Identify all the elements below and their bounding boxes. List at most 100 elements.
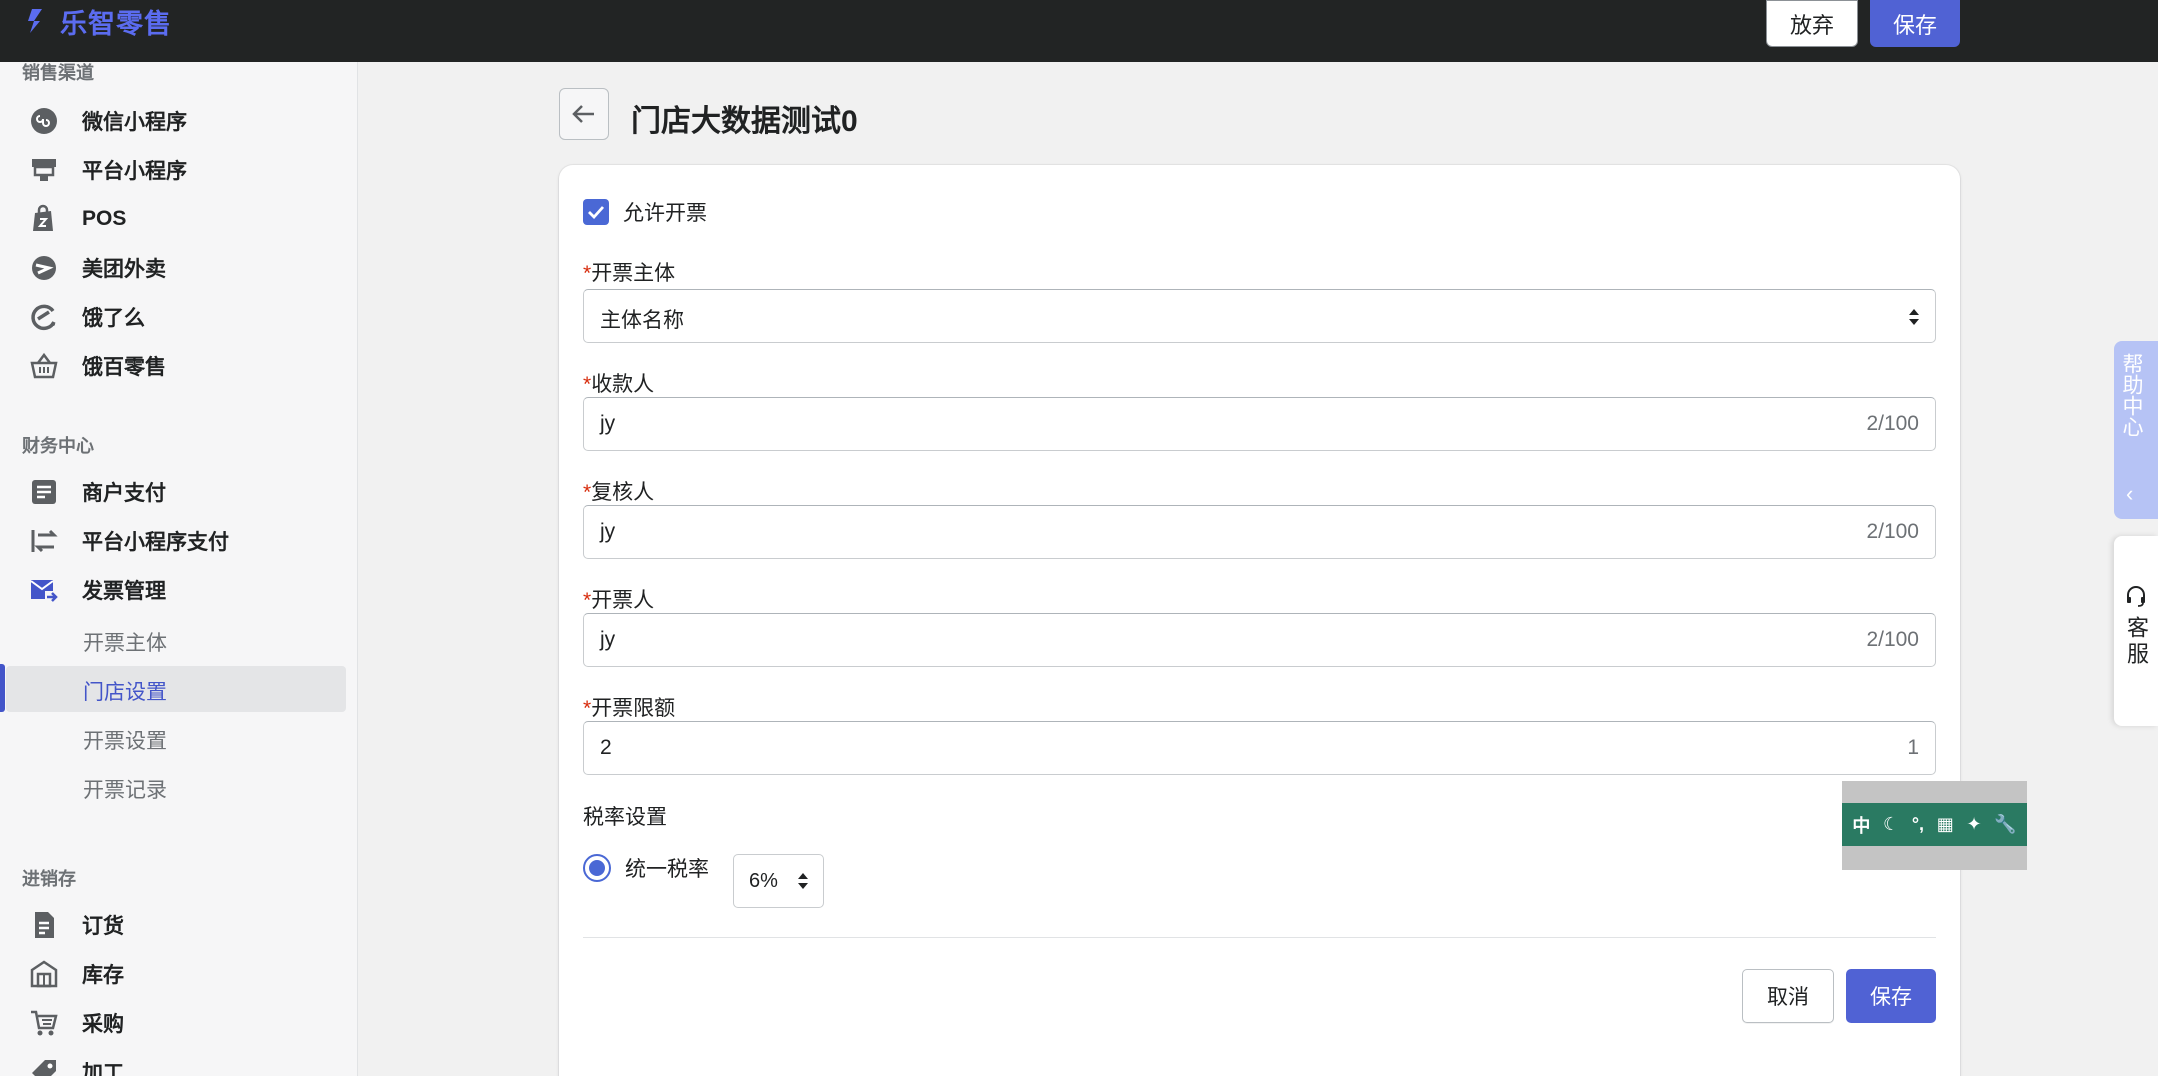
discard-button[interactable]: 放弃	[1766, 0, 1858, 47]
sidebar-item-stock[interactable]: 库存	[0, 951, 357, 997]
sidebar-subitem-label: 门店设置	[83, 681, 167, 704]
limit-char-count: 1	[1907, 736, 1919, 759]
eleme-icon	[28, 301, 60, 333]
section-title-finance: 财务中心	[22, 436, 94, 456]
reviewer-input-value: jy	[600, 520, 616, 543]
required-mark: *	[583, 262, 592, 285]
sidebar-item-eleme[interactable]: 饿了么	[0, 294, 357, 340]
save-button[interactable]: 保存	[1846, 969, 1936, 1023]
sidebar-subitem-label: 开票设置	[83, 730, 167, 753]
limit-input[interactable]: 2 1	[583, 721, 1936, 775]
sidebar-item-label: 订货	[82, 915, 124, 938]
top-bar: 乐智零售 放弃 保存	[0, 0, 2158, 62]
section-title-inventory: 进销存	[22, 869, 76, 889]
sidebar-subitem-label: 开票主体	[83, 632, 167, 655]
sidebar-item-wechat-mini[interactable]: 微信小程序	[0, 98, 357, 144]
tag-icon	[28, 1056, 60, 1076]
help-center-text: 帮助中心	[2120, 353, 2143, 437]
cursor-icon[interactable]: ✦	[1966, 814, 1981, 835]
meituan-icon	[28, 252, 60, 284]
cancel-button[interactable]: 取消	[1742, 969, 1834, 1023]
drawer-label-text: 开票人	[591, 589, 655, 612]
sidebar-subitem-invoice-subject[interactable]: 开票主体	[6, 617, 346, 663]
invoice-settings-card: 允许开票 *开票主体 主体名称 *收款人 jy 2/100 *复核人 jy 2/…	[559, 165, 1960, 1076]
sidebar-item-label: 饿了么	[82, 307, 145, 330]
sidebar-item-label: 美团外卖	[82, 258, 166, 281]
sidebar-item-pos[interactable]: POS	[0, 196, 357, 242]
reviewer-label: *复核人	[583, 476, 654, 506]
save-button-top[interactable]: 保存	[1870, 0, 1960, 47]
sidebar-item-label: 微信小程序	[82, 111, 187, 134]
allow-invoice-checkbox[interactable]: 允许开票	[583, 197, 707, 227]
subject-label: *开票主体	[583, 257, 675, 287]
active-indicator	[0, 664, 5, 712]
sidebar-subitem-invoice-records[interactable]: 开票记录	[6, 764, 346, 810]
reviewer-char-count: 2/100	[1866, 520, 1919, 543]
sidebar-item-processing[interactable]: 加工	[0, 1049, 357, 1076]
divider	[583, 937, 1936, 938]
sidebar-item-label: 加工	[82, 1062, 124, 1076]
sidebar-item-label: 饿百零售	[82, 356, 166, 379]
subject-label-text: 开票主体	[591, 262, 676, 285]
sidebar-item-label: 库存	[82, 964, 124, 987]
required-mark: *	[583, 697, 592, 720]
basket-icon	[28, 350, 60, 382]
subject-select[interactable]: 主体名称	[583, 289, 1936, 343]
section-title-sales: 销售渠道	[22, 63, 94, 83]
ime-punct-toggle[interactable]: °,	[1912, 814, 1924, 835]
payee-input[interactable]: jy 2/100	[583, 397, 1936, 451]
ime-toolbar-bar: 中 ☾ °, ▦ ✦ 🔧	[1842, 803, 2027, 846]
reviewer-input[interactable]: jy 2/100	[583, 505, 1936, 559]
uniform-tax-radio[interactable]: 统一税率	[583, 853, 709, 883]
logo-mark-icon	[28, 9, 42, 33]
purchase-cart-icon	[28, 1007, 60, 1039]
reviewer-label-text: 复核人	[591, 481, 655, 504]
order-document-icon	[28, 909, 60, 941]
sidebar-item-label: 发票管理	[82, 580, 166, 603]
required-mark: *	[583, 373, 592, 396]
arrow-left-icon	[572, 105, 594, 123]
ime-mode-toggle[interactable]: 中	[1852, 812, 1870, 838]
select-arrows-icon	[1909, 309, 1919, 325]
sidebar-item-label: 商户支付	[82, 482, 166, 505]
subject-select-value: 主体名称	[600, 309, 684, 332]
limit-label-text: 开票限额	[591, 697, 676, 720]
sidebar-item-platform-pay[interactable]: 平台小程序支付	[0, 518, 357, 564]
sidebar-item-label: 平台小程序	[82, 160, 187, 183]
back-button[interactable]	[559, 88, 609, 140]
tax-rate-select[interactable]: 6%	[733, 854, 824, 908]
sidebar-item-invoice-management[interactable]: 发票管理	[0, 567, 357, 613]
drawer-input[interactable]: jy 2/100	[583, 613, 1936, 667]
customer-service-text: 客服	[2124, 616, 2149, 668]
required-mark: *	[583, 589, 592, 612]
drawer-label: *开票人	[583, 584, 654, 614]
payee-label: *收款人	[583, 368, 654, 398]
radio-selected-icon[interactable]	[583, 854, 611, 882]
sidebar-subitem-invoice-settings[interactable]: 开票设置	[6, 715, 346, 761]
payee-label-text: 收款人	[591, 373, 655, 396]
sidebar-item-ebai[interactable]: 饿百零售	[0, 343, 357, 389]
wrench-icon[interactable]: 🔧	[1994, 814, 2016, 835]
keyboard-icon[interactable]: ▦	[1937, 814, 1954, 835]
sidebar-item-purchase[interactable]: 采购	[0, 1000, 357, 1046]
sidebar-item-label: 采购	[82, 1013, 124, 1036]
sidebar-item-platform-mini[interactable]: 平台小程序	[0, 147, 357, 193]
sidebar-item-label: 平台小程序支付	[82, 531, 229, 554]
sidebar-subitem-store-settings[interactable]: 门店设置	[6, 666, 346, 712]
headset-icon	[2127, 586, 2145, 607]
sidebar-item-order[interactable]: 订货	[0, 902, 357, 948]
drawer-input-value: jy	[600, 628, 616, 651]
customer-service-tab[interactable]: 客服	[2114, 536, 2158, 726]
select-arrows-icon	[798, 873, 808, 889]
moon-icon[interactable]: ☾	[1883, 814, 1899, 835]
receipt-icon	[28, 476, 60, 508]
help-center-tab[interactable]: 帮助中心 ‹	[2114, 341, 2158, 519]
sidebar-subitem-label: 开票记录	[83, 779, 167, 802]
sidebar-item-merchant-pay[interactable]: 商户支付	[0, 469, 357, 515]
warehouse-icon	[28, 958, 60, 990]
storefront-icon	[28, 154, 60, 186]
logo[interactable]: 乐智零售	[26, 4, 172, 39]
sidebar-item-meituan[interactable]: 美团外卖	[0, 245, 357, 291]
mini-program-icon	[28, 105, 60, 137]
checkbox-checked-icon[interactable]	[583, 199, 609, 225]
